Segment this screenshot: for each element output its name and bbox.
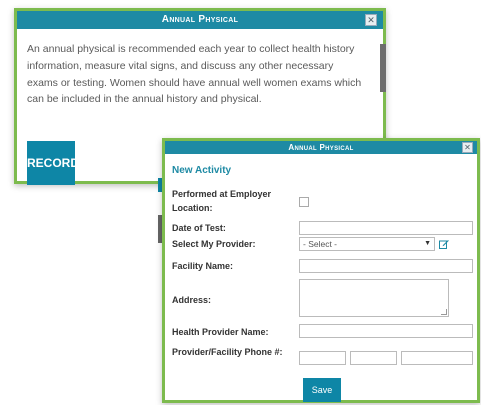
record-button[interactable]: RECORD: [27, 141, 79, 185]
health-provider-name-field[interactable]: [299, 324, 473, 338]
performed-at-employer-label: Performed at Employer Location:: [172, 189, 272, 213]
chevron-down-icon: ▼: [424, 240, 431, 247]
performed-at-employer-checkbox[interactable]: [299, 197, 309, 207]
phone-prefix-field[interactable]: [350, 351, 397, 365]
phone-area-code-field[interactable]: [299, 351, 346, 365]
resize-handle[interactable]: [441, 309, 447, 315]
scrollbar[interactable]: [380, 44, 386, 92]
close-icon[interactable]: ✕: [365, 14, 377, 26]
close-icon[interactable]: ✕: [462, 142, 473, 153]
dialog-title: Annual Physical: [17, 11, 383, 29]
phone-label: Provider/Facility Phone #:: [172, 347, 283, 357]
phone-line-field[interactable]: [401, 351, 473, 365]
health-provider-name-label: Health Provider Name:: [172, 327, 269, 337]
address-field[interactable]: [299, 279, 449, 317]
annual-physical-description: An annual physical is recommended each y…: [27, 43, 362, 106]
edit-icon[interactable]: [439, 239, 449, 249]
provider-select[interactable]: - Select - ▼: [299, 237, 435, 251]
provider-select-value: - Select -: [303, 239, 338, 249]
save-button[interactable]: Save: [303, 378, 341, 402]
new-activity-heading: New Activity: [172, 165, 232, 176]
dialog-title: Annual Physical: [165, 141, 477, 154]
date-of-test-field[interactable]: [299, 221, 473, 235]
facility-name-field[interactable]: [299, 259, 473, 273]
select-provider-label: Select My Provider:: [172, 239, 256, 249]
facility-name-label: Facility Name:: [172, 261, 234, 271]
date-of-test-label: Date of Test:: [172, 223, 226, 233]
address-label: Address:: [172, 295, 212, 305]
new-activity-dialog: Annual Physical ✕ New Activity Performed…: [162, 138, 480, 403]
